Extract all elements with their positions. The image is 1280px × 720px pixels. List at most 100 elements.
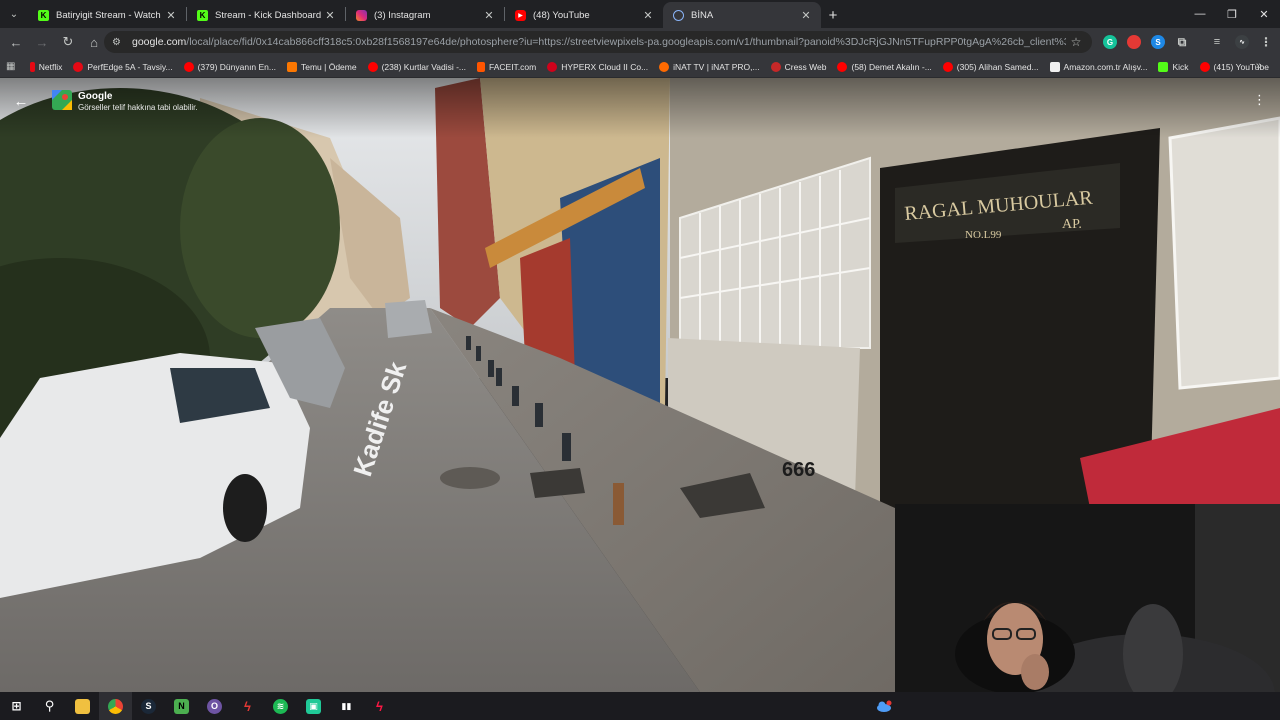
close-icon[interactable]: ✕ (323, 9, 337, 22)
bookmark-label: HYPERX Cloud II Co... (561, 61, 649, 72)
attribution-title: Google (78, 91, 113, 102)
tab-2[interactable]: (3) Instagram ✕ (346, 2, 504, 28)
more-options-icon[interactable]: ⋮ (1253, 92, 1266, 108)
tab-search-button[interactable]: ⌄ (0, 0, 28, 28)
close-icon[interactable]: ✕ (641, 9, 655, 22)
apps-grid-icon[interactable]: ▦ (6, 61, 18, 72)
close-icon[interactable]: ✕ (482, 9, 496, 22)
youtube-icon (837, 61, 848, 72)
bollard-rusty (613, 483, 624, 525)
bookmark-inat[interactable]: iNAT TV | iNAT PRO,... (659, 61, 760, 72)
bookmark-label: (379) Dünyanın En... (197, 61, 276, 72)
bookmark-youtube-3[interactable]: (58) Demet Akalın -... (837, 61, 932, 72)
tab-1[interactable]: K Stream - Kick Dashboard ✕ (187, 2, 345, 28)
bookmark-netflix[interactable]: Netflix (29, 61, 63, 72)
bookmarks-bar: ▦ Netflix PerfEdge 5A - Tavsiy... (379) … (0, 56, 1280, 78)
taskbar-spotify[interactable]: ≋ (264, 692, 297, 720)
taskbar-obs[interactable]: O (198, 692, 231, 720)
bookmark-star-icon[interactable]: ☆ (1066, 35, 1086, 49)
app-icon: ▣ (306, 698, 321, 714)
taskbar-app[interactable]: ▣ (297, 692, 330, 720)
close-window-icon[interactable]: ✕ (1248, 0, 1280, 28)
manhole (440, 467, 500, 489)
taskbar-audio[interactable]: ▮▮ (330, 692, 363, 720)
tab-4-active[interactable]: BİNA ✕ (663, 2, 821, 28)
windows-taskbar: ⊞ ⚲ S N O ϟ ≋ ▣ ▮▮ ϟ (0, 692, 1280, 720)
building-sign-number: NO.L99 (965, 229, 1002, 241)
bookmark-youtube-1[interactable]: (379) Dünyanın En... (183, 61, 276, 72)
taskbar-notepad[interactable]: N (165, 692, 198, 720)
cloud-icon[interactable] (876, 700, 892, 712)
tab-title: BİNA (691, 9, 714, 21)
bookmark-hyperx[interactable]: HYPERX Cloud II Co... (547, 61, 649, 72)
browser-menu-icon[interactable]: ⋮ (1259, 35, 1273, 49)
right-window-grille (1168, 116, 1280, 390)
kick-icon (1158, 61, 1169, 72)
url-host: google.com (132, 36, 187, 48)
bookmark-kick[interactable]: Kick (1158, 61, 1189, 72)
site-info-icon[interactable]: ⚙ (112, 37, 124, 48)
tab-3[interactable]: ▶ (48) YouTube ✕ (505, 2, 663, 28)
close-icon[interactable]: ✕ (799, 9, 813, 22)
bookmark-temu[interactable]: Temu | Ödeme (287, 61, 357, 72)
url-text[interactable]: google.com/local/place/fid/0x14cab866cff… (132, 36, 1066, 48)
address-bar[interactable]: ⚙ google.com/local/place/fid/0x14cab866c… (104, 31, 1092, 53)
grammarly-icon[interactable]: G (1103, 35, 1117, 49)
taskbar-lightning[interactable]: ϟ (231, 692, 264, 720)
inat-icon (659, 61, 670, 72)
minimize-icon[interactable]: — (1184, 0, 1216, 28)
extension-blue-icon[interactable]: S (1151, 35, 1165, 49)
bookmark-label: (58) Demet Akalın -... (851, 61, 932, 72)
google-maps-logo-icon (52, 90, 72, 110)
tab-title: (48) YouTube (533, 9, 590, 21)
extension-red-icon[interactable] (1127, 35, 1141, 49)
bookmark-cress[interactable]: Cress Web (770, 61, 827, 72)
extensions-puzzle-icon[interactable]: ⧉ (1175, 35, 1189, 49)
taskbar-lightning-red[interactable]: ϟ (363, 692, 396, 720)
taskbar-steam[interactable]: S (132, 692, 165, 720)
home-icon[interactable]: ⌂ (82, 30, 106, 54)
chevron-right-icon[interactable]: » (1256, 60, 1262, 72)
taskbar-chrome[interactable] (99, 692, 132, 720)
bookmark-label: FACEIT.com (489, 61, 537, 72)
tab-title: Stream - Kick Dashboard (215, 9, 322, 21)
spotify-icon: ≋ (273, 698, 288, 714)
tab-0[interactable]: K Batiryigit Stream - Watch Live o ✕ (28, 2, 186, 28)
windows-start-icon: ⊞ (11, 699, 22, 713)
bookmark-label: Netflix (38, 61, 63, 72)
temu-icon (287, 61, 297, 72)
instagram-icon (356, 9, 367, 21)
distant-car (385, 300, 432, 338)
profile-avatar[interactable]: ∿ (1235, 35, 1249, 49)
taskbar-file-explorer[interactable] (66, 692, 99, 720)
forward-arrow-icon[interactable]: → (30, 30, 54, 54)
start-button[interactable]: ⊞ (0, 692, 33, 720)
bookmark-faceit[interactable]: FACEIT.com (477, 61, 537, 72)
street-view-panorama[interactable]: Kadife Sk RAGAL MUHOULAR NO.L99 AP. 666 … (0, 78, 1280, 692)
tab-title: Batiryigit Stream - Watch Live o (56, 9, 164, 21)
bookmark-favicon-icon (73, 61, 84, 72)
bookmark-youtube-4[interactable]: (305) Alihan Samed... (942, 61, 1039, 72)
kick-icon: K (197, 9, 208, 21)
bookmark-youtube-2[interactable]: (238) Kurtlar Vadisi -... (367, 61, 466, 72)
chrome-icon (108, 698, 123, 714)
youtube-icon (367, 61, 378, 72)
restore-icon[interactable]: ❐ (1216, 0, 1248, 28)
attribution-subtitle: Görseller telif hakkına tabi olabilir. (78, 103, 198, 112)
tab-strip: ⌄ K Batiryigit Stream - Watch Live o ✕ K… (0, 0, 1280, 28)
back-arrow-icon[interactable]: ← (4, 30, 28, 54)
media-control-icon[interactable]: ≡ (1210, 35, 1224, 49)
back-arrow-icon[interactable]: ← (10, 90, 32, 112)
bookmark-perfedge[interactable]: PerfEdge 5A - Tavsiy... (73, 61, 173, 72)
close-icon[interactable]: ✕ (164, 9, 178, 22)
lightning-red-icon: ϟ (376, 698, 383, 714)
taskbar-search[interactable]: ⚲ (33, 692, 66, 720)
bookmark-label: Cress Web (784, 61, 827, 72)
reload-icon[interactable]: ↻ (56, 30, 80, 54)
tree (180, 118, 340, 338)
bookmark-amazon[interactable]: Amazon.com.tr Alışv... (1049, 61, 1147, 72)
obs-icon: O (207, 698, 222, 714)
new-tab-button[interactable]: + (821, 2, 845, 28)
bookmark-label: iNAT TV | iNAT PRO,... (673, 61, 760, 72)
youtube-icon: ▶ (515, 9, 526, 21)
